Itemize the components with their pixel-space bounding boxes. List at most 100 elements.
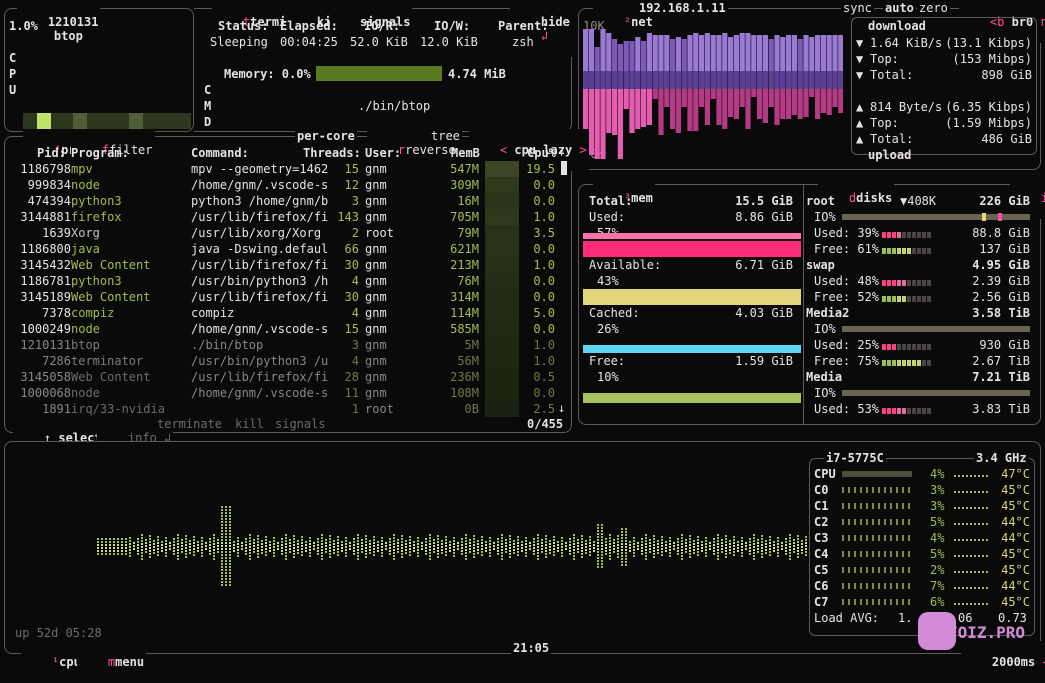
net-sync-toggle[interactable]: sync: [841, 1, 874, 15]
cpu-graph-dot: [661, 542, 663, 544]
process-row[interactable]: 1639 Xorg/usr/lib/xorg/Xorg 2 root 79M 3.5: [15, 225, 561, 241]
cpu-graph-dot: [225, 557, 227, 559]
cpu-graph-dot: [473, 544, 475, 546]
cpu-graph-dot: [281, 544, 283, 546]
cpu-graph-dot: [229, 509, 231, 511]
program-header[interactable]: Program:: [71, 145, 129, 161]
core-usage-bar: [842, 503, 912, 509]
cpu-graph-dot: [617, 550, 619, 552]
cpu-graph-dot: [389, 538, 391, 540]
cpu-graph-dot: [165, 540, 167, 542]
process-row[interactable]: 1891 irq/33-nvidia 1 root 0B 2.5: [15, 401, 561, 417]
process-row[interactable]: 474394 python3 python3 /home/gnm/b 3 gnm 16M 0…: [15, 193, 561, 209]
cpu-graph-dot: [321, 549, 323, 551]
cpu-graph-dot: [141, 540, 143, 542]
threads-header[interactable]: Threads:: [303, 145, 361, 161]
cpu-graph-dot: [297, 543, 299, 545]
process-row[interactable]: 1186800 java java -Dswing.defaul 66 gnm 621M 0…: [15, 241, 561, 257]
cpu-graph-dot: [753, 549, 755, 551]
cpu-graph-dot: [669, 552, 671, 554]
cpu-heat-cell: [485, 385, 519, 401]
process-row[interactable]: 3145432 Web Content/usr/lib/firefox/fi 30 g…: [15, 257, 561, 273]
process-row[interactable]: 3145058 Web Content/usr/lib/firefox/fi 28 g…: [15, 369, 561, 385]
cpu-header[interactable]: Cpu%: [527, 145, 556, 161]
cpu-graph-dot: [705, 549, 707, 551]
footer-terminate-button[interactable]: terminate: [155, 417, 225, 431]
process-row[interactable]: 3144881 firefox/usr/lib/firefox/fi 143 gnm 7…: [15, 209, 561, 225]
user-header[interactable]: User:: [365, 145, 401, 161]
cpu-graph-dot: [505, 542, 507, 544]
cpu-graph-dot: [737, 541, 739, 543]
cpu-graph-dot: [121, 541, 123, 543]
process-row[interactable]: 1210131 btop ./bin/btop 3 gnm 5M 1.0: [15, 337, 561, 353]
cpu-graph-dot: [461, 541, 463, 543]
process-row[interactable]: 7286 terminator/usr/bin/python3 /u 4 gnm 56M…: [15, 353, 561, 369]
cpu-graph-dot: [553, 554, 555, 556]
cpu-graph-dot: [381, 537, 383, 539]
cpu-graph-dot: [117, 553, 119, 555]
cpu-graph-dot: [269, 541, 271, 543]
pid-header[interactable]: Pid:: [37, 145, 66, 161]
footer-kill-button[interactable]: kill: [233, 417, 266, 431]
cpu-graph-dot: [765, 543, 767, 545]
process-row[interactable]: 1000068 node/home/gnm/.vscode-s 11 gnm 108M 0…: [15, 385, 561, 401]
cpu-graph-dot: [161, 541, 163, 543]
cpu-graph-dot: [605, 544, 607, 546]
cpu-graph-dot: [405, 543, 407, 545]
cpu-graph-dot: [229, 575, 231, 577]
memb-header[interactable]: MemB: [451, 145, 480, 161]
command-header[interactable]: Command:: [191, 145, 249, 161]
process-row[interactable]: 7378 compiz compiz 4 gnm 114M 5.0: [15, 305, 561, 321]
cpu-graph-dot: [721, 545, 723, 547]
cpu-graph-dot: [489, 555, 491, 557]
net-zero-toggle[interactable]: zero: [917, 1, 950, 15]
process-row[interactable]: 3145189 Web Content/usr/lib/firefox/fi 30 g…: [15, 289, 561, 305]
cpu-heat-cell: [485, 401, 519, 417]
cpu-graph-dot: [325, 551, 327, 553]
cpu-graph-dot: [373, 542, 375, 544]
footer-signals-button[interactable]: signals: [273, 417, 328, 431]
core-usage-bar: [842, 535, 912, 541]
cpu-graph-dot: [645, 552, 647, 554]
threads-cell: 28: [344, 370, 359, 384]
cpu-graph-dot: [617, 553, 619, 555]
cpu-graph-dot: [329, 550, 331, 552]
cpu-graph-dot: [333, 540, 335, 542]
cpu-graph-dot: [125, 541, 127, 543]
scrollbar-thumb[interactable]: [561, 161, 567, 175]
cpu-graph-dot: [369, 543, 371, 545]
per-core-toggle[interactable]: per-core: [295, 129, 357, 143]
cpu-graph-dot: [561, 552, 563, 554]
cpu-graph-dot: [597, 542, 599, 544]
process-row[interactable]: 1186798 mpv mpv --geometry=1462 15 gnm 547M 19…: [15, 161, 561, 177]
process-row[interactable]: 1000249 node/home/gnm/.vscode-s 15 gnm 585M 0…: [15, 321, 561, 337]
cpu-graph-dot: [321, 558, 323, 560]
program-cell: firefox: [71, 210, 122, 224]
cpu-graph-dot: [461, 544, 463, 546]
cpu-graph-dot: [389, 550, 391, 552]
net-auto-toggle[interactable]: auto: [883, 1, 916, 15]
process-row[interactable]: 1186781 python3/usr/bin/python3 /h 4 gnm 76M…: [15, 273, 561, 289]
cpu-graph-dot: [385, 548, 387, 550]
tree-toggle[interactable]: tree: [429, 129, 462, 143]
cpu-graph-dot: [393, 549, 395, 551]
cpu-graph-dot: [393, 555, 395, 557]
cpu-tab[interactable]: ¹cpu: [21, 641, 83, 683]
cpu-graph-dot: [429, 534, 431, 536]
cpu-graph-dot: [157, 551, 159, 553]
process-row[interactable]: 999834 node/home/gnm/.vscode-s 12 gnm 309M 0.…: [15, 177, 561, 193]
cpu-graph-dot: [225, 530, 227, 532]
cpu-graph-dot: [337, 551, 339, 553]
scroll-up-icon[interactable]: ↑: [558, 145, 565, 159]
cpu-graph-dot: [257, 544, 259, 546]
cpu-graph-dot: [381, 546, 383, 548]
cpu-graph-dot: [761, 541, 763, 543]
cpu-graph-dot: [217, 542, 219, 544]
cpu-graph-dot: [653, 550, 655, 552]
cpu-graph-dot: [657, 552, 659, 554]
cpu-graph-dot: [665, 544, 667, 546]
mem-free-value: 1.59 GiB: [735, 354, 793, 368]
cpu-graph-dot: [777, 540, 779, 542]
cpu-graph-dot: [337, 542, 339, 544]
menu-tab[interactable]: mmenu: [77, 641, 147, 683]
